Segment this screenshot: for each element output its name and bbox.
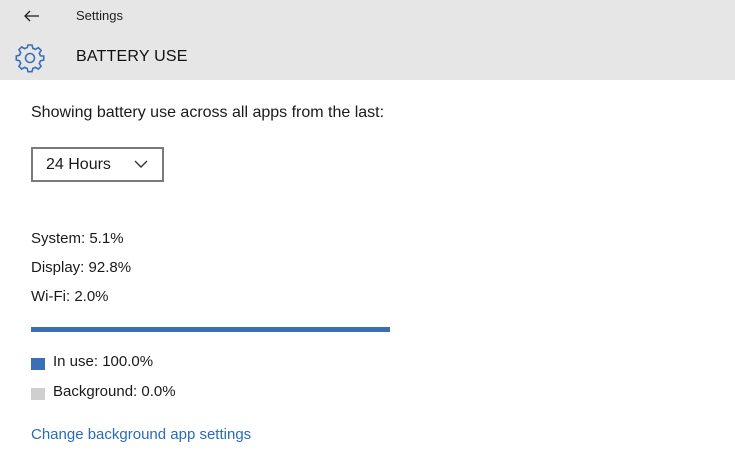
legend-in-use: In use: 100.0%	[31, 353, 153, 370]
back-button[interactable]	[18, 4, 46, 28]
gear-icon	[15, 44, 45, 73]
time-range-value: 24 Hours	[46, 155, 111, 173]
window-title: Settings	[76, 8, 123, 23]
background-label: Background: 0.0%	[53, 383, 176, 400]
in-use-swatch	[31, 357, 45, 370]
back-arrow-icon	[24, 10, 39, 22]
legend-background: Background: 0.0%	[31, 383, 176, 400]
intro-text: Showing battery use across all apps from…	[31, 104, 385, 121]
usage-bar	[31, 327, 390, 332]
stat-system: System: 5.1%	[31, 230, 124, 247]
header: Settings BATTERY USE	[0, 0, 735, 80]
usage-bar-fill	[31, 327, 390, 332]
stat-display: Display: 92.8%	[31, 259, 132, 276]
change-background-app-settings-link[interactable]: Change background app settings	[31, 426, 251, 443]
background-swatch	[31, 387, 45, 400]
in-use-label: In use: 100.0%	[53, 353, 154, 370]
page-title: BATTERY USE	[76, 48, 188, 65]
time-range-dropdown[interactable]: 24 Hours	[31, 147, 164, 182]
stat-wifi: Wi-Fi: 2.0%	[31, 288, 109, 305]
chevron-down-icon	[134, 160, 148, 168]
title-bar: Settings	[0, 0, 735, 32]
